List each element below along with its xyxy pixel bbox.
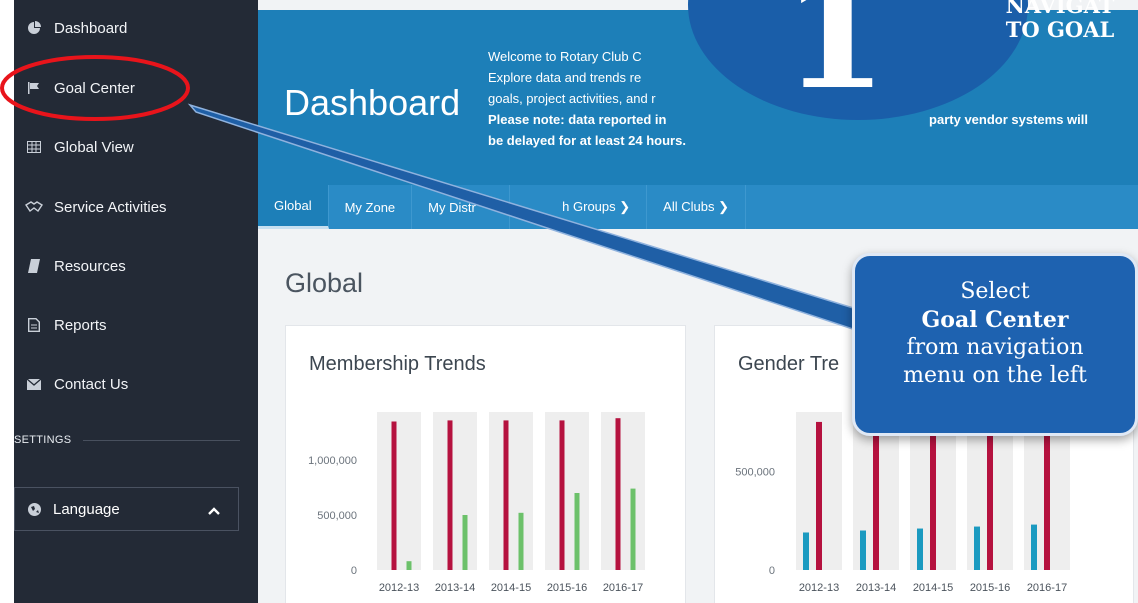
sidebar-item-label: Reports <box>54 316 107 334</box>
y-tick-label: 0 <box>769 565 775 577</box>
envelope-icon <box>14 378 54 390</box>
flag-icon <box>14 81 54 95</box>
sidebar-item-label: Goal Center <box>54 79 135 97</box>
instruction-callout: Select Goal Center from navigation menu … <box>852 253 1138 436</box>
x-tick-label: 2012-13 <box>379 582 419 594</box>
sidebar-item-label: Global View <box>54 138 134 156</box>
x-tick-label: 2013-14 <box>435 582 475 594</box>
bar <box>860 530 866 570</box>
tab-my-zone[interactable]: My Zone <box>329 185 413 229</box>
y-tick-label: 500,000 <box>317 510 357 522</box>
membership-trends-chart: 1,000,000 500,000 0 2012-13 2013-14 2014-15 20… <box>308 412 645 594</box>
handshake-icon <box>14 201 54 213</box>
step-heading: NAVIGAT TO GOAL <box>960 0 1138 42</box>
settings-heading: SETTINGS <box>14 430 258 450</box>
bar <box>816 421 822 570</box>
sidebar-item-goal-center[interactable]: Goal Center <box>14 68 258 108</box>
x-tick-label: 2016-17 <box>1027 582 1067 594</box>
sidebar-item-global-view[interactable]: Global View <box>14 127 258 167</box>
grid-icon <box>14 141 54 153</box>
sidebar-item-label: Dashboard <box>54 19 128 37</box>
bar <box>462 515 468 570</box>
x-tick-label: 2015-16 <box>970 582 1010 594</box>
sidebar-item-dashboard[interactable]: Dashboard <box>14 8 258 48</box>
y-tick-label: 0 <box>351 565 357 577</box>
callout-line: menu on the left <box>903 363 1087 388</box>
sidebar-item-reports[interactable]: Reports <box>14 305 258 345</box>
bar <box>615 418 621 570</box>
x-tick-label: 2012-13 <box>799 582 839 594</box>
x-tick-label: 2016-17 <box>603 582 643 594</box>
callout-line: Goal Center <box>921 307 1069 333</box>
bar <box>873 421 879 570</box>
callout-line: from navigation <box>906 335 1084 360</box>
bar <box>559 420 565 570</box>
language-label: Language <box>53 500 120 518</box>
sidebar-item-service-activities[interactable]: Service Activities <box>14 187 258 227</box>
welcome-note: be delayed for at least 24 hours. <box>488 133 686 148</box>
sidebar-item-contact-us[interactable]: Contact Us <box>14 364 258 404</box>
language-selector[interactable]: Language <box>14 487 239 531</box>
tab-global[interactable]: Global <box>258 185 329 229</box>
tab-club-groups[interactable]: h Groups ❯ <box>510 185 648 229</box>
settings-label: SETTINGS <box>14 434 72 446</box>
welcome-note: Please note: data reported in <box>488 112 667 127</box>
bar <box>406 561 412 570</box>
x-tick-label: 2014-15 <box>913 582 953 594</box>
bar-background <box>601 412 645 570</box>
step-heading-line: NAVIGAT <box>1005 0 1115 18</box>
bar <box>447 420 453 570</box>
bar <box>1031 524 1037 570</box>
x-tick-label: 2015-16 <box>547 582 587 594</box>
sidebar-item-label: Resources <box>54 257 126 275</box>
scope-tabs: Global My Zone My Distr h Groups ❯ All C… <box>258 185 1138 229</box>
page-title: Dashboard <box>284 82 461 123</box>
bar-background <box>489 412 533 570</box>
bar <box>803 532 809 570</box>
bar <box>518 512 524 570</box>
step-number: 1 <box>782 0 888 123</box>
bar <box>930 421 936 570</box>
tab-all-clubs[interactable]: All Clubs ❯ <box>647 185 746 229</box>
bar <box>503 420 509 570</box>
bar <box>1044 421 1050 570</box>
bar <box>391 421 397 570</box>
divider <box>83 439 240 441</box>
sidebar-item-label: Service Activities <box>54 198 167 216</box>
section-title: Global <box>285 268 364 298</box>
y-tick-label: 500,000 <box>735 466 775 478</box>
bar <box>987 421 993 570</box>
bar-background <box>377 412 421 570</box>
membership-trends-card: Membership Trends 1,000,000 500,000 0 2012-… <box>285 325 686 603</box>
pie-chart-icon <box>14 21 54 35</box>
bar-background <box>545 412 589 570</box>
y-tick-label: 1,000,000 <box>308 455 357 467</box>
bar <box>574 493 580 570</box>
callout-line: Select <box>960 279 1030 304</box>
x-tick-label: 2013-14 <box>856 582 896 594</box>
welcome-note-tail: party vendor systems will <box>929 112 1088 127</box>
sidebar: Dashboard Goal Center Global View Servic… <box>14 0 258 603</box>
bar <box>917 528 923 570</box>
globe-icon <box>15 502 53 516</box>
bar <box>630 488 636 570</box>
document-icon <box>14 318 54 332</box>
chevron-up-icon <box>208 502 220 519</box>
book-icon <box>14 259 54 273</box>
x-tick-label: 2014-15 <box>491 582 531 594</box>
sidebar-item-resources[interactable]: Resources <box>14 246 258 286</box>
bar <box>974 526 980 570</box>
tab-my-district[interactable]: My Distr <box>412 185 511 229</box>
bar-background <box>433 412 477 570</box>
sidebar-item-label: Contact Us <box>54 375 129 393</box>
step-heading-line: TO GOAL <box>1005 17 1115 42</box>
